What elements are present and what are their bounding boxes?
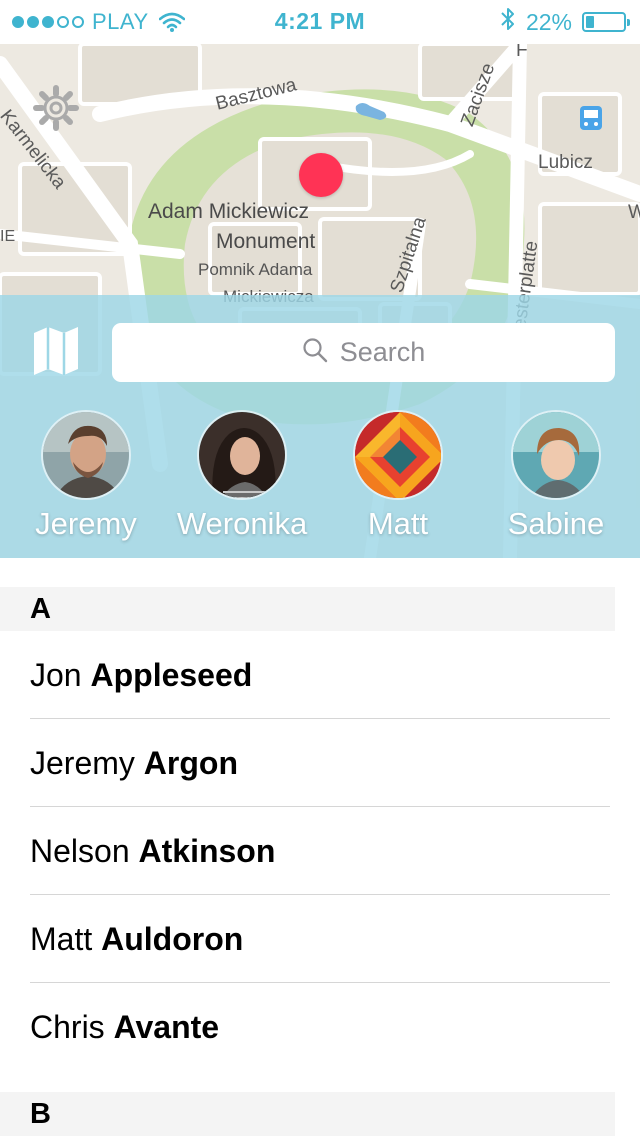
contact-last-name: Avante xyxy=(113,1009,220,1045)
contact-name: Jeremy Argon xyxy=(30,745,238,782)
avatar xyxy=(511,410,601,500)
contact-row[interactable]: Jeremy Argon xyxy=(0,719,640,807)
contact-row[interactable]: Jon Appleseed xyxy=(0,631,640,719)
status-bar: PLAY 4:21 PM 22% xyxy=(0,0,640,44)
section-letter: A xyxy=(30,593,51,625)
contacts-list[interactable]: A Jon Appleseed Jeremy Argon Nelson Atki… xyxy=(0,558,640,1136)
contact-last-name: Atkinson xyxy=(138,833,276,869)
poi-name: Monument xyxy=(216,230,316,253)
map-label-edge: W xyxy=(628,202,640,223)
battery-icon xyxy=(582,12,630,32)
map-label-edge: IE xyxy=(0,228,16,245)
contact-last-name: Argon xyxy=(143,745,238,781)
contact-name: Nelson Atkinson xyxy=(30,833,275,870)
contact-first-name: Matt xyxy=(30,921,93,957)
favorite-contact[interactable]: Jeremy xyxy=(8,410,164,542)
favorite-name: Jeremy xyxy=(35,506,137,541)
favorite-name: Matt xyxy=(367,506,429,541)
map-label-edge: F xyxy=(516,44,528,61)
contact-last-name: Appleseed xyxy=(90,657,253,693)
favorite-name: Sabine xyxy=(507,506,605,541)
map-icon[interactable] xyxy=(32,325,80,382)
avatar xyxy=(353,410,443,500)
favorite-contact[interactable]: Weronika xyxy=(164,410,320,542)
bluetooth-icon xyxy=(500,6,516,38)
contact-name: Matt Auldoron xyxy=(30,921,243,958)
favorite-contact[interactable]: Matt xyxy=(320,410,476,542)
contact-name: Jon Appleseed xyxy=(30,657,252,694)
search-icon xyxy=(302,337,328,368)
contact-first-name: Chris xyxy=(30,1009,105,1045)
contact-name: Chris Avante xyxy=(30,1009,219,1046)
battery-fill xyxy=(586,16,594,28)
contact-first-name: Nelson xyxy=(30,833,130,869)
search-placeholder: Search xyxy=(339,337,426,367)
contact-row[interactable]: Chris Avante xyxy=(0,983,640,1071)
contact-first-name: Jeremy xyxy=(30,745,135,781)
poi-name: Adam Mickiewicz xyxy=(148,200,310,223)
location-pin[interactable] xyxy=(299,153,343,197)
section-letter: B xyxy=(30,1098,51,1130)
contact-last-name: Auldoron xyxy=(101,921,244,957)
search-input[interactable]: Search xyxy=(112,323,615,382)
section-header: B xyxy=(0,1092,615,1136)
contact-row[interactable]: Matt Auldoron xyxy=(0,895,640,983)
favorites-row: Jeremy Weronika Matt Sabine xyxy=(0,410,640,550)
avatar xyxy=(41,410,131,500)
search-panel: Search Jeremy Weronika Matt Sabine xyxy=(0,295,640,558)
status-right: 22% xyxy=(500,6,630,38)
contact-first-name: Jon xyxy=(30,657,82,693)
contact-row[interactable]: Nelson Atkinson xyxy=(0,807,640,895)
map-label-street: Lubicz xyxy=(538,152,593,173)
favorite-contact[interactable]: Sabine xyxy=(478,410,634,542)
favorite-name: Weronika xyxy=(176,506,308,541)
section-header: A xyxy=(0,587,615,631)
poi-name: Pomnik Adama xyxy=(198,260,313,279)
battery-percent: 22% xyxy=(525,8,572,35)
avatar xyxy=(197,410,287,500)
